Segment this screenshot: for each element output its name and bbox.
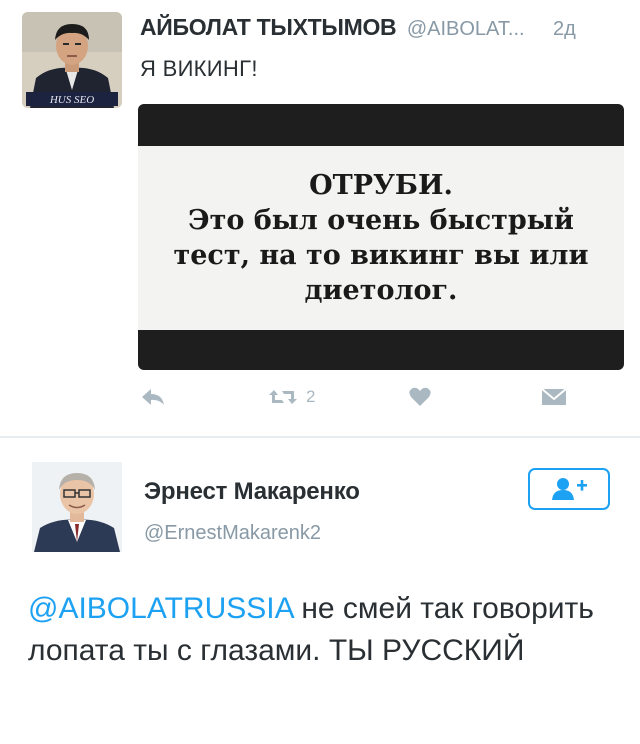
reply-button[interactable] [140,386,166,408]
envelope-icon [541,388,567,405]
tweet-time[interactable]: 2д [553,18,576,40]
tweet-actions: 2 [140,386,610,418]
tweet-1: HUS SEO АЙБОЛАТ ТЫХТЫМОВ @AIBOLAT... 2д … [0,0,640,432]
tweet-text: Я ВИКИНГ! [140,56,258,81]
media-line-4: диетолог. [304,275,458,306]
avatar-photo: HUS SEO [22,12,122,108]
avatar[interactable] [32,462,122,552]
media-line-3: тест, на то викинг вы или [173,240,589,271]
like-button[interactable] [408,386,432,408]
author-handle[interactable]: @AIBOLAT... [407,18,525,40]
tweet-2: Эрнест Макаренко @ErnestMakarenk2 @AIBOL… [0,438,640,744]
media-caption: ОТРУБИ. Это был очень быстрый тест, на т… [138,146,624,330]
avatar-banner-text: HUS SEO [49,94,94,106]
avatar[interactable]: HUS SEO [22,12,122,108]
author-name[interactable]: АЙБОЛАТ ТЫХТЫМОВ [140,14,397,40]
reply-icon [142,389,164,405]
tweet-text: @AIBOLATRUSSIA не смей так говорить лопа… [28,588,628,672]
media-line-1: ОТРУБИ. [309,170,453,201]
author-name[interactable]: Эрнест Макаренко [144,478,360,506]
author-handle[interactable]: @ErnestMakarenk2 [144,522,321,545]
retweet-count: 2 [306,387,316,406]
add-user-icon [552,478,587,500]
direct-message-button[interactable] [540,386,568,408]
retweet-button[interactable]: 2 [268,386,315,408]
media-line-2: Это был очень быстрый [188,205,574,236]
avatar-photo [32,462,122,552]
retweet-icon [269,390,297,404]
tweet-header: АЙБОЛАТ ТЫХТЫМОВ @AIBOLAT... 2д [140,14,576,41]
follow-button[interactable] [528,468,610,510]
tweet-media[interactable]: ОТРУБИ. Это был очень быстрый тест, на т… [138,104,624,370]
heart-icon [409,387,431,406]
mention-link[interactable]: @AIBOLATRUSSIA [28,592,293,625]
